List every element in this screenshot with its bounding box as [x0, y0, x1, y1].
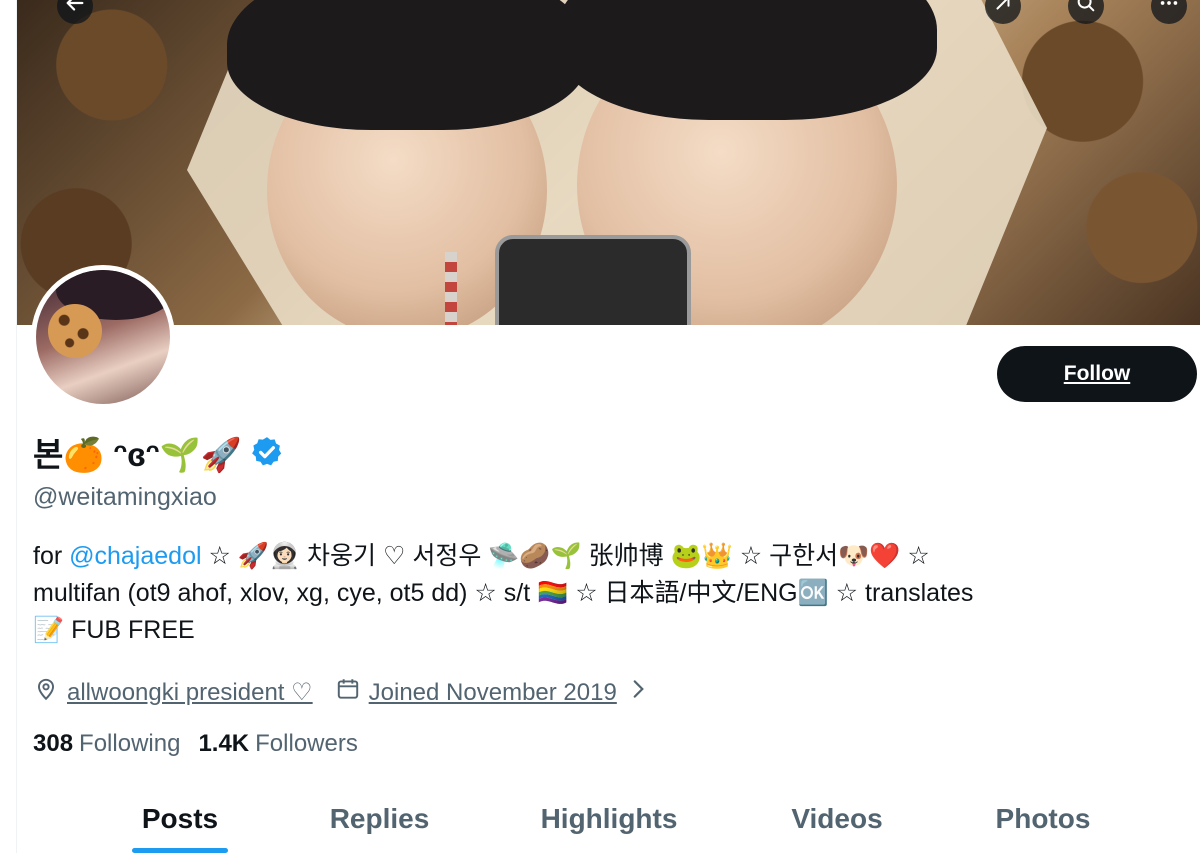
joined-item[interactable]: Joined November 2019 — [335, 676, 651, 709]
following-label: Following — [79, 730, 181, 757]
share-icon — [992, 0, 1014, 20]
avatar-cookie — [48, 304, 102, 358]
profile-tabs: Posts Replies Highlights Videos Photos — [17, 785, 1200, 853]
followers-count: 1.4K — [198, 730, 250, 757]
avatar-image — [36, 270, 170, 404]
bio-line-3: 📝 FUB FREE — [33, 616, 195, 644]
tab-replies[interactable]: Replies — [317, 785, 442, 853]
search-icon — [1075, 0, 1097, 20]
more-icon — [1158, 0, 1180, 20]
bio-prefix: for — [33, 542, 70, 570]
profile-stats: 308 Following 1.4K Followers — [33, 730, 358, 758]
bio-line-1: for @chajaedol ☆ 🚀👩🏻‍🚀 차웅기 ♡ 서정우 🛸🥔🌱 张帅博… — [33, 538, 1200, 575]
tab-posts-label: Posts — [141, 803, 219, 834]
calendar-icon — [335, 676, 361, 709]
followers-link[interactable]: 1.4K Followers — [198, 730, 357, 758]
location-item: allwoongki president ♡ — [33, 676, 313, 709]
arrow-left-icon — [64, 0, 86, 20]
chevron-right-icon — [625, 676, 651, 709]
joined-text[interactable]: Joined November 2019 — [369, 679, 617, 707]
display-name-text: 본🍊 ᵔɞᵔ🌱🚀 — [33, 436, 242, 473]
location-pin-icon — [33, 676, 59, 709]
followers-label: Followers — [255, 730, 358, 757]
profile-banner[interactable] — [17, 0, 1200, 325]
tab-highlights-label: Highlights — [540, 803, 678, 834]
profile-handle: @weitamingxiao — [33, 483, 217, 511]
tab-photos-label: Photos — [995, 803, 1091, 834]
banner-phone — [495, 235, 691, 325]
banner-hair-right — [557, 0, 937, 120]
tab-videos-label: Videos — [791, 803, 883, 834]
display-name: 본🍊 ᵔɞᵔ🌱🚀 — [33, 428, 284, 476]
following-count: 308 — [33, 730, 74, 757]
bio-line-2: multifan (ot9 ahof, xlov, xg, cye, ot5 d… — [33, 579, 974, 607]
search-button[interactable] — [1068, 0, 1104, 24]
location-text[interactable]: allwoongki president ♡ — [67, 678, 313, 707]
tab-highlights[interactable]: Highlights — [529, 785, 689, 853]
bio-mention-link[interactable]: @chajaedol — [69, 542, 201, 570]
avatar[interactable] — [31, 265, 175, 409]
tab-posts[interactable]: Posts — [132, 785, 228, 853]
more-button[interactable] — [1151, 0, 1187, 24]
verified-badge-icon[interactable] — [250, 435, 284, 469]
tab-videos[interactable]: Videos — [777, 785, 897, 853]
profile-meta: allwoongki president ♡ Joined November 2… — [33, 676, 673, 709]
banner-hair-left — [227, 0, 587, 130]
profile-page: Follow 본🍊 ᵔɞᵔ🌱🚀 @weitamingxiao for @chaj… — [16, 0, 1200, 853]
tab-replies-label: Replies — [329, 803, 430, 834]
back-button[interactable] — [57, 0, 93, 24]
active-tab-indicator — [132, 848, 228, 853]
profile-bio: for @chajaedol ☆ 🚀👩🏻‍🚀 차웅기 ♡ 서정우 🛸🥔🌱 张帅博… — [33, 538, 1200, 649]
following-link[interactable]: 308 Following — [33, 730, 180, 758]
banner-straw — [445, 252, 457, 325]
follow-button[interactable]: Follow — [997, 346, 1197, 402]
tab-photos[interactable]: Photos — [983, 785, 1103, 853]
bio-line-1-rest: ☆ 🚀👩🏻‍🚀 차웅기 ♡ 서정우 🛸🥔🌱 张帅博 🐸👑 ☆ 구한서🐶❤️ ☆ — [201, 542, 930, 570]
